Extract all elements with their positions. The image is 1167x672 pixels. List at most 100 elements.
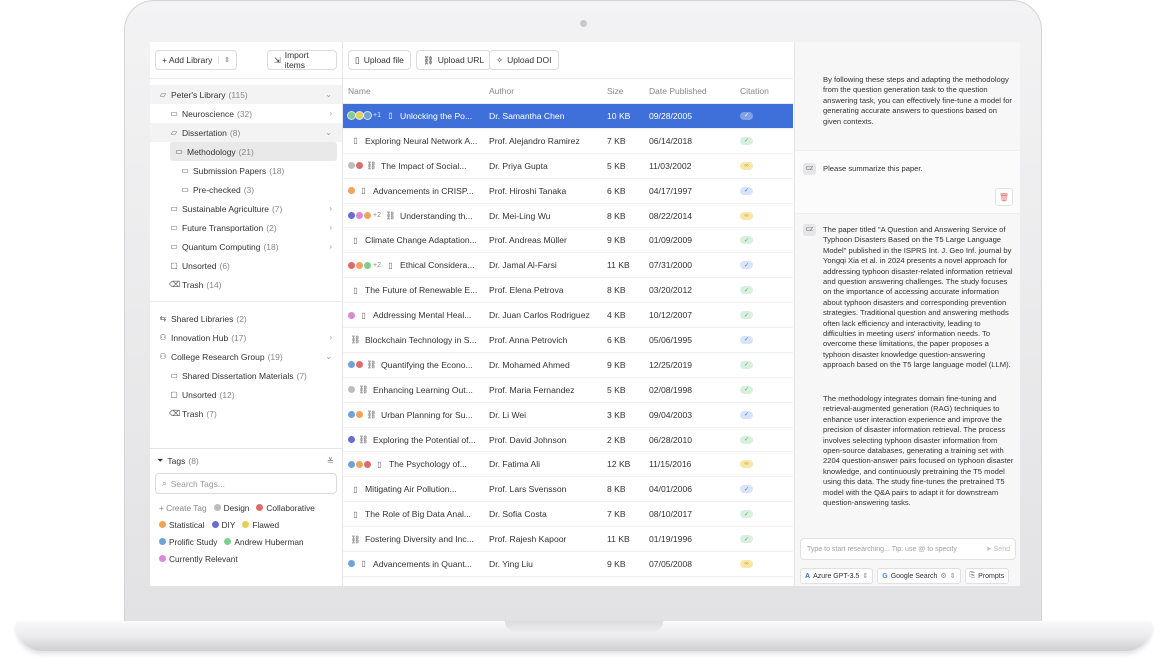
- tag-item[interactable]: Statistical: [159, 518, 205, 531]
- citation-link-icon[interactable]: ∞: [740, 211, 753, 220]
- table-row[interactable]: ⛓ Blockchain Technology in S... Prof. Anna…: [343, 328, 793, 353]
- table-row[interactable]: ⛓ Exploring the Potential of... Prof. Davi…: [343, 428, 793, 453]
- citation-check-icon[interactable]: ✓: [740, 111, 753, 120]
- tag-item[interactable]: Design: [213, 501, 249, 514]
- tree-item[interactable]: ▱ Dissertation (8) ⌄: [150, 123, 342, 142]
- table-row[interactable]: ⛓ Fostering Diversity and Inc... Prof. Raj…: [343, 527, 793, 553]
- citation-check-icon[interactable]: ✓: [740, 485, 753, 494]
- citation-check-icon[interactable]: ✓: [740, 335, 753, 344]
- tree-item[interactable]: ⌫ Trash (14): [150, 275, 342, 294]
- tags-search-input[interactable]: ⌕ Search Tags...: [155, 473, 337, 494]
- table-row[interactable]: ▯ Advancements in CRISP... Prof. Hiroshi T…: [343, 179, 793, 204]
- citation-check-icon[interactable]: ✓: [740, 136, 753, 145]
- settings-icon[interactable]: ⚙: [940, 572, 946, 580]
- table-row[interactable]: +1 ▯ Unlocking the Po... Dr. Samantha Chen 1…: [343, 104, 793, 129]
- citation-check-icon[interactable]: ✓: [740, 286, 753, 295]
- tree-item[interactable]: ⌫ Trash (7): [150, 404, 342, 423]
- upload-url-button[interactable]: ⛓ Upload URL: [416, 50, 492, 70]
- tree-item[interactable]: ▢ Unsorted (12): [150, 385, 342, 404]
- tag-item[interactable]: Flawed: [242, 518, 279, 531]
- table-row[interactable]: ▯ The Role of Big Data Anal... Dr. Sofia C…: [343, 502, 793, 528]
- column-name[interactable]: Name: [343, 86, 489, 96]
- table-row[interactable]: ⛓ Urban Planning for Su... Dr. Li Wei 3 KB 0…: [343, 403, 793, 428]
- delete-icon[interactable]: 🗑: [995, 188, 1013, 206]
- tree-item[interactable]: ▭ Future Transportation (2) ›: [150, 218, 342, 237]
- citation-check-icon[interactable]: ✓: [740, 261, 753, 270]
- tree-item[interactable]: ▢ Unsorted (6): [150, 256, 342, 275]
- table-row[interactable]: ▯ Climate Change Adaptation... Prof. Andre…: [343, 228, 793, 254]
- chevron-right-icon[interactable]: ›: [329, 204, 332, 213]
- citation-check-icon[interactable]: ✓: [740, 385, 753, 394]
- model-selector[interactable]: A Azure GPT-3.5 ⇕: [800, 568, 874, 584]
- table-row[interactable]: ⛓ The Impact of Social... Dr. Priya Gupta 5…: [343, 154, 793, 179]
- chat-input[interactable]: Type to start researching... Tip: use @ …: [800, 538, 1016, 560]
- create-tag-button[interactable]: + Create Tag: [159, 501, 207, 514]
- citation-link-icon[interactable]: ∞: [740, 559, 753, 568]
- citation-check-icon[interactable]: ✓: [740, 510, 753, 519]
- tree-item[interactable]: ▭ Quantum Computing (18) ›: [150, 237, 342, 256]
- prompts-button[interactable]: ⎘ Prompts: [964, 568, 1010, 584]
- table-row[interactable]: ▯ The Psychology of... Dr. Fatima Ali 12 KB…: [343, 452, 793, 478]
- collapse-icon[interactable]: ≚: [327, 456, 334, 467]
- tree-item[interactable]: ▭ Submission Papers (18): [150, 161, 342, 180]
- tree-item[interactable]: ⚇ College Research Group (19) ⌄: [150, 347, 342, 366]
- table-row[interactable]: ⛓ Enhancing Learning Out... Prof. Maria Fe…: [343, 378, 793, 403]
- tag-item[interactable]: DIY: [211, 518, 235, 531]
- tree-item[interactable]: ▭ Pre-checked (3): [150, 180, 342, 199]
- chevron-right-icon[interactable]: ›: [329, 109, 332, 118]
- citation-check-icon[interactable]: ✓: [740, 360, 753, 369]
- chevron-updown-icon[interactable]: ⇕: [218, 56, 230, 64]
- tag-color-dot: [348, 261, 355, 269]
- citation-check-icon[interactable]: ✓: [740, 311, 753, 320]
- citation-check-icon[interactable]: ✓: [740, 236, 753, 245]
- tag-color-dot: [348, 361, 355, 369]
- citation-check-icon[interactable]: ✓: [740, 535, 753, 544]
- upload-file-button[interactable]: ▯ Upload file: [348, 50, 411, 70]
- tag-item[interactable]: Andrew Huberman: [224, 535, 304, 548]
- table-row[interactable]: +2 ▯ Ethical Considera... Dr. Jamal Al-Fars…: [343, 253, 793, 279]
- tag-item[interactable]: Currently Relevant: [159, 552, 238, 565]
- tree-item[interactable]: ▭ Shared Dissertation Materials (7): [150, 366, 342, 385]
- chevron-right-icon[interactable]: ›: [329, 223, 332, 232]
- citation-check-icon[interactable]: ✓: [740, 186, 753, 195]
- citation-check-icon[interactable]: ✓: [740, 410, 753, 419]
- chevron-right-icon[interactable]: ›: [329, 242, 332, 251]
- tree-item[interactable]: ▱ Peter's Library (115) ⌄: [150, 85, 342, 104]
- tag-item[interactable]: Collaborative: [256, 501, 315, 514]
- import-items-button[interactable]: ⇲ Import items: [267, 50, 337, 70]
- send-button[interactable]: ➤ Send: [986, 545, 1010, 554]
- table-row[interactable]: +2 ⛓ Understanding th... Dr. Mei-Ling Wu 8 K…: [343, 204, 793, 229]
- chevron-right-icon[interactable]: ›: [329, 333, 332, 342]
- column-citation[interactable]: Citation: [736, 86, 780, 96]
- table-row[interactable]: ▯ Advancements in Quant... Dr. Ying Liu 9 K…: [343, 552, 793, 577]
- camera-dot: [580, 20, 587, 27]
- citation-check-icon[interactable]: ✓: [740, 435, 753, 444]
- citation-link-icon[interactable]: ∞: [740, 460, 753, 469]
- search-selector[interactable]: G Google Search ⚙ ⇕: [877, 568, 961, 584]
- tree-item[interactable]: ▭ Neuroscience (32) ›: [150, 104, 342, 123]
- tags-title: Tags: [167, 456, 186, 466]
- upload-doi-button[interactable]: ✧ Upload DOI: [489, 50, 559, 70]
- chevron-down-icon[interactable]: ⌄: [325, 352, 332, 361]
- add-library-button[interactable]: + Add Library ⇕: [155, 50, 237, 70]
- chevron-down-icon[interactable]: ⌄: [325, 128, 332, 137]
- tree-item[interactable]: ▭ Sustainable Agriculture (7) ›: [150, 199, 342, 218]
- tree-item[interactable]: ⇆ Shared Libraries (2): [150, 309, 342, 328]
- table-row[interactable]: ▯ The Future of Renewable E... Prof. Elena…: [343, 278, 793, 304]
- column-author[interactable]: Author: [489, 86, 607, 96]
- chat-panel: By following these steps and adapting th…: [794, 42, 1020, 586]
- table-row[interactable]: ▯ Addressing Mental Heal... Dr. Juan Carlo…: [343, 303, 793, 329]
- tree-item[interactable]: ▭ Methodology (21): [170, 142, 337, 161]
- table-row[interactable]: ⛓ Quantifying the Econo... Dr. Mohamed Ahm…: [343, 353, 793, 378]
- table-row[interactable]: ▯ Exploring Neural Network A... Prof. Alej…: [343, 129, 793, 154]
- cell-size: 12 KB: [607, 459, 631, 470]
- chevron-down-icon[interactable]: ⌄: [325, 90, 332, 99]
- tag-item[interactable]: Prolific Study: [159, 535, 217, 548]
- table-row[interactable]: ▯ Mitigating Air Pollution... Prof. Lars S…: [343, 477, 793, 503]
- column-date[interactable]: Date Published: [649, 86, 736, 96]
- tags-header[interactable]: ⏷ Tags (8) ≚: [150, 449, 342, 473]
- tree-item[interactable]: ⚇ Innovation Hub (17) ›: [150, 328, 342, 347]
- cell-citation: ∞: [736, 211, 780, 220]
- column-size[interactable]: Size: [607, 86, 649, 96]
- citation-link-icon[interactable]: ∞: [740, 161, 753, 170]
